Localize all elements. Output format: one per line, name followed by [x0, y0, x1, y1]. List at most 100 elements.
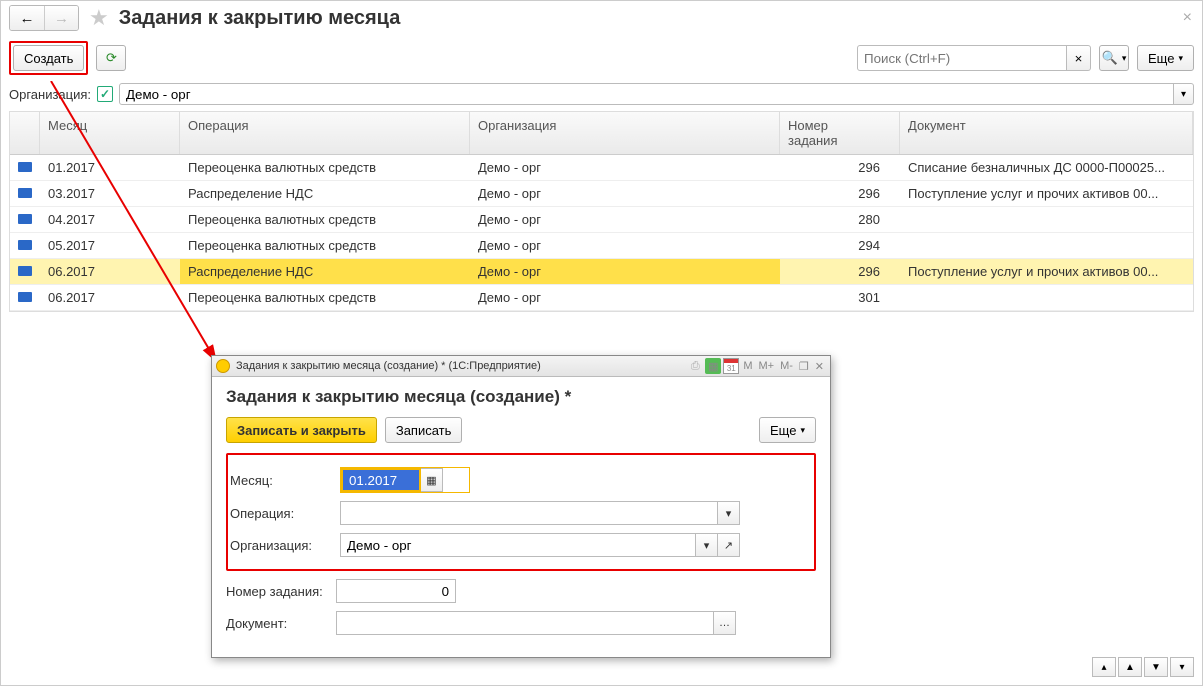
required-fields-highlight: Месяц: ▦ Операция: ▾ Организация:: [226, 453, 816, 571]
cell-operation: Переоценка валютных средств: [180, 285, 470, 310]
cell-org: Демо - орг: [470, 207, 780, 232]
dialog-window-title: Задания к закрытию месяца (создание) * (…: [236, 360, 541, 372]
memory-m-minus-button[interactable]: M-: [778, 360, 795, 372]
dialog-heading: Задания к закрытию месяца (создание) *: [226, 387, 816, 407]
month-calendar-icon[interactable]: ▦: [421, 468, 443, 492]
favorite-star-icon[interactable]: ★: [89, 5, 109, 31]
forward-button[interactable]: →: [44, 6, 78, 30]
save-and-close-button[interactable]: Записать и закрыть: [226, 417, 377, 443]
cell-task-no: 294: [780, 233, 900, 258]
save-button[interactable]: Записать: [385, 417, 463, 443]
window-close-icon[interactable]: ✕: [813, 360, 826, 373]
org-filter-dropdown[interactable]: ▾: [1174, 83, 1194, 105]
doc-field[interactable]: [336, 611, 714, 635]
org-field[interactable]: [340, 533, 696, 557]
col-org[interactable]: Организация: [470, 112, 780, 154]
print-icon[interactable]: ⎙: [687, 358, 703, 374]
app-1c-icon: [216, 359, 230, 373]
cell-doc: [900, 285, 1193, 310]
search-input[interactable]: [857, 45, 1067, 71]
grid-nav-up[interactable]: ▲: [1118, 657, 1142, 677]
org-label: Организация:: [230, 538, 340, 553]
cell-operation: Переоценка валютных средств: [180, 155, 470, 180]
cell-doc: [900, 207, 1193, 232]
grid-nav-last[interactable]: ▾: [1170, 657, 1194, 677]
cell-doc: [900, 233, 1193, 258]
org-dropdown-icon[interactable]: ▾: [696, 533, 718, 557]
dialog-more-button[interactable]: Еще ▾: [759, 417, 816, 443]
cell-operation: Распределение НДС: [180, 181, 470, 206]
table-row[interactable]: 05.2017Переоценка валютных средствДемо -…: [10, 233, 1193, 259]
month-label: Месяц:: [230, 473, 340, 488]
doc-label: Документ:: [226, 616, 336, 631]
filter-bar: Организация: ✓ ▾: [1, 81, 1202, 111]
cell-task-no: 296: [780, 259, 900, 284]
grid-header: Месяц Операция Организация Номер задания…: [10, 112, 1193, 155]
memory-m-button[interactable]: M: [741, 360, 754, 372]
refresh-button[interactable]: ⟳: [96, 45, 126, 71]
calendar-green-icon[interactable]: ▦: [705, 358, 721, 374]
table-row[interactable]: 04.2017Переоценка валютных средствДемо -…: [10, 207, 1193, 233]
cell-org: Демо - орг: [470, 155, 780, 180]
grid-nav-first[interactable]: ▴: [1092, 657, 1116, 677]
month-field[interactable]: [341, 468, 421, 492]
org-filter-input[interactable]: [119, 83, 1174, 105]
row-status-icon: [18, 240, 32, 250]
create-button[interactable]: Создать: [13, 45, 84, 71]
cell-month: 06.2017: [40, 285, 180, 310]
col-task-no[interactable]: Номер задания: [780, 112, 900, 154]
dialog-titlebar[interactable]: Задания к закрытию месяца (создание) * (…: [212, 356, 830, 377]
table-row[interactable]: 01.2017Переоценка валютных средствДемо -…: [10, 155, 1193, 181]
doc-select-icon[interactable]: …: [714, 611, 736, 635]
cell-org: Демо - орг: [470, 233, 780, 258]
cell-operation: Переоценка валютных средств: [180, 207, 470, 232]
cell-org: Демо - орг: [470, 259, 780, 284]
back-button[interactable]: ←: [10, 6, 44, 30]
window-restore-icon[interactable]: ❐: [797, 360, 811, 373]
advanced-search-button[interactable]: 🔍 ▾: [1099, 45, 1129, 71]
cell-task-no: 280: [780, 207, 900, 232]
operation-label: Операция:: [230, 506, 340, 521]
row-status-icon: [18, 292, 32, 302]
cell-task-no: 296: [780, 155, 900, 180]
org-open-icon[interactable]: ↗: [718, 533, 740, 557]
calendar-31-icon[interactable]: 31: [723, 358, 739, 374]
titlebar: ← → ★ Задания к закрытию месяца ×: [1, 1, 1202, 37]
search-clear-button[interactable]: ×: [1067, 45, 1091, 71]
col-operation[interactable]: Операция: [180, 112, 470, 154]
org-filter-label: Организация:: [9, 87, 91, 102]
cell-org: Демо - орг: [470, 285, 780, 310]
cell-task-no: 296: [780, 181, 900, 206]
cell-operation: Переоценка валютных средств: [180, 233, 470, 258]
grid-nav: ▴ ▲ ▼ ▾: [1092, 657, 1194, 677]
toolbar: Создать ⟳ × 🔍 ▾ Еще ▾: [1, 37, 1202, 81]
operation-dropdown-icon[interactable]: ▾: [718, 501, 740, 525]
more-button[interactable]: Еще ▾: [1137, 45, 1194, 71]
operation-field[interactable]: [340, 501, 718, 525]
row-status-icon: [18, 162, 32, 172]
cell-operation: Распределение НДС: [180, 259, 470, 284]
create-highlight: Создать: [9, 41, 88, 75]
nav-buttons: ← →: [9, 5, 79, 31]
org-filter-checkbox[interactable]: ✓: [97, 86, 113, 102]
table-row[interactable]: 06.2017Распределение НДСДемо - орг296Пос…: [10, 259, 1193, 285]
row-status-icon: [18, 266, 32, 276]
memory-m-plus-button[interactable]: M+: [756, 360, 776, 372]
search-box: ×: [857, 45, 1091, 71]
table-row[interactable]: 03.2017Распределение НДСДемо - орг296Пос…: [10, 181, 1193, 207]
task-no-field[interactable]: [336, 579, 456, 603]
cell-month: 05.2017: [40, 233, 180, 258]
task-no-label: Номер задания:: [226, 584, 336, 599]
cell-month: 03.2017: [40, 181, 180, 206]
col-doc[interactable]: Документ: [900, 112, 1193, 154]
app-window: ← → ★ Задания к закрытию месяца × Создат…: [0, 0, 1203, 686]
cell-month: 04.2017: [40, 207, 180, 232]
close-icon[interactable]: ×: [1183, 9, 1192, 27]
cell-task-no: 301: [780, 285, 900, 310]
task-grid: Месяц Операция Организация Номер задания…: [9, 111, 1194, 312]
grid-nav-down[interactable]: ▼: [1144, 657, 1168, 677]
cell-doc: Списание безналичных ДС 0000-П00025...: [900, 155, 1193, 180]
table-row[interactable]: 06.2017Переоценка валютных средствДемо -…: [10, 285, 1193, 311]
col-month[interactable]: Месяц: [40, 112, 180, 154]
create-dialog: Задания к закрытию месяца (создание) * (…: [211, 355, 831, 658]
